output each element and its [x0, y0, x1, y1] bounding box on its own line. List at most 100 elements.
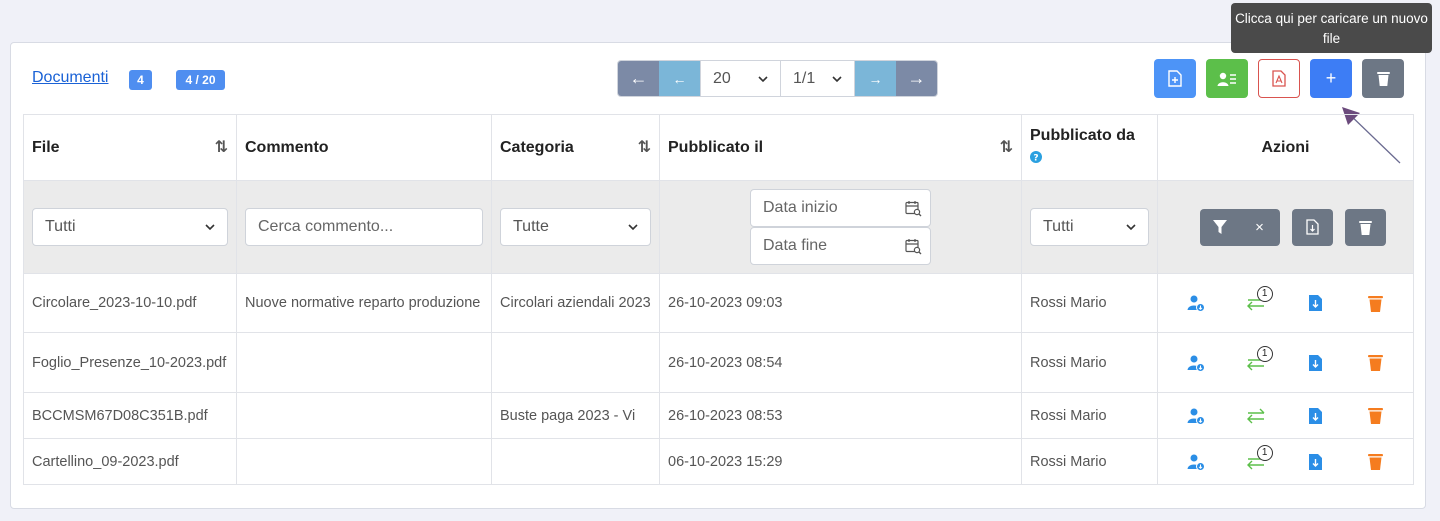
category-cell: Buste paga 2023 - Vi: [491, 392, 660, 439]
category-filter-value: Tutte: [513, 218, 549, 235]
column-categoria-label: Categoria: [500, 138, 574, 156]
trash-icon: [1367, 454, 1383, 470]
author-name: Rossi Mario: [1030, 295, 1107, 311]
comment-search-input[interactable]: Cerca commento...: [245, 208, 483, 246]
date-cell: 26-10-2023 08:54: [659, 332, 1022, 393]
download-button[interactable]: [1300, 453, 1330, 471]
page-size-select[interactable]: 20: [700, 61, 781, 96]
pdf-file-icon: [1272, 70, 1286, 87]
share-count-badge: 1: [1256, 286, 1273, 302]
user-download-button[interactable]: [1181, 354, 1211, 372]
user-download-button[interactable]: [1181, 294, 1211, 312]
share-arrows-icon: [1246, 408, 1265, 423]
next-page-button[interactable]: →: [855, 61, 896, 96]
filter-button-group: ×: [1199, 208, 1280, 246]
share-count-badge: 1: [1256, 444, 1273, 461]
share-button[interactable]: 1: [1241, 444, 1273, 470]
column-pubblicato-il[interactable]: Pubblicato il ⇅: [659, 114, 1022, 181]
column-file[interactable]: File ⇅: [23, 114, 237, 181]
apply-filter-button[interactable]: [1200, 220, 1240, 234]
date-start-input[interactable]: Data inizio: [750, 189, 931, 227]
publish-date: 26-10-2023 09:03: [668, 295, 783, 311]
publish-date: 26-10-2023 08:53: [668, 407, 783, 424]
page-value: 1/1: [793, 69, 816, 87]
user-download-button[interactable]: [1181, 407, 1211, 425]
delete-row-button[interactable]: [1360, 354, 1390, 371]
file-name-cell[interactable]: Circolare_2023-10-10.pdf: [23, 273, 237, 333]
table-row[interactable]: Foglio_Presenze_10-2023.pdf 26-10-2023 0…: [23, 332, 1414, 393]
chevron-down-icon: [758, 75, 768, 82]
comment-cell: [236, 392, 492, 439]
date-cell: 26-10-2023 08:53: [659, 392, 1022, 439]
column-file-label: File: [32, 138, 60, 156]
upload-file-button[interactable]: +: [1310, 59, 1352, 98]
download-button[interactable]: [1300, 407, 1330, 425]
pdf-button[interactable]: [1258, 59, 1300, 98]
share-button[interactable]: 1: [1241, 286, 1273, 311]
actions-cell: 1: [1157, 273, 1414, 333]
first-page-button[interactable]: ←: [618, 61, 659, 96]
share-button[interactable]: 1: [1241, 345, 1273, 371]
range-badge: 4 / 20: [176, 70, 225, 90]
download-button[interactable]: [1300, 354, 1330, 372]
filter-icon: [1212, 220, 1227, 234]
comment-cell: [236, 332, 492, 393]
sort-icon[interactable]: ⇅: [638, 137, 651, 157]
category-text: Circolari aziendali 2023: [500, 295, 651, 311]
clear-filter-button[interactable]: ×: [1240, 219, 1280, 236]
sort-icon[interactable]: ⇅: [215, 137, 228, 157]
sort-icon[interactable]: ⇅: [1000, 137, 1013, 157]
share-button[interactable]: [1241, 408, 1271, 424]
file-download-icon: [1308, 407, 1322, 424]
author-filter-value: Tutti: [1043, 218, 1074, 235]
author-name: Rossi Mario: [1030, 453, 1107, 470]
file-download-icon: [1308, 453, 1322, 470]
author-name: Rossi Mario: [1030, 407, 1107, 424]
user-download-button[interactable]: [1181, 453, 1211, 471]
file-name-cell[interactable]: Cartellino_09-2023.pdf: [23, 438, 237, 485]
table-row[interactable]: BCCMSM67D08C351B.pdf Buste paga 2023 - V…: [23, 392, 1414, 439]
publish-date: 06-10-2023 15:29: [668, 453, 783, 470]
filter-row: Tutti Cerca commento... Tutte Data inizi…: [23, 180, 1414, 274]
file-filter-value: Tutti: [45, 218, 76, 235]
author-filter-select[interactable]: Tutti: [1030, 208, 1149, 246]
file-name: Foglio_Presenze_10-2023.pdf: [32, 354, 227, 371]
date-end-input[interactable]: Data fine: [750, 227, 931, 265]
plus-icon: +: [1325, 68, 1337, 88]
last-page-button[interactable]: →: [896, 61, 937, 96]
count-badge: 4: [129, 70, 152, 90]
date-start-placeholder: Data inizio: [763, 199, 838, 216]
delete-row-button[interactable]: [1360, 407, 1390, 424]
calendar-search-icon: [905, 200, 922, 216]
help-icon[interactable]: ?: [1030, 151, 1042, 164]
documents-link[interactable]: Documenti: [32, 69, 108, 87]
user-download-icon: [1187, 355, 1205, 372]
delete-filtered-button[interactable]: [1344, 208, 1386, 246]
file-name-cell[interactable]: BCCMSM67D08C351B.pdf: [23, 392, 237, 439]
prev-page-button[interactable]: ←: [659, 61, 700, 96]
file-plus-icon: [1168, 70, 1182, 87]
download-button[interactable]: [1300, 294, 1330, 312]
table-row[interactable]: Cartellino_09-2023.pdf 06-10-2023 15:29 …: [23, 438, 1414, 485]
file-filter-select[interactable]: Tutti: [32, 208, 228, 246]
assign-users-button[interactable]: [1206, 59, 1248, 98]
export-filtered-button[interactable]: [1291, 208, 1333, 246]
new-document-button[interactable]: [1154, 59, 1196, 98]
delete-all-button[interactable]: [1362, 59, 1404, 98]
chevron-down-icon: [1126, 224, 1136, 231]
column-categoria[interactable]: Categoria ⇅: [491, 114, 660, 181]
column-pubblicato-da-label: Pubblicato da: [1030, 127, 1135, 144]
page-select[interactable]: 1/1: [781, 61, 855, 96]
file-name-cell[interactable]: Foglio_Presenze_10-2023.pdf: [23, 332, 237, 393]
delete-row-button[interactable]: [1360, 295, 1390, 312]
category-filter-select[interactable]: Tutte: [500, 208, 651, 246]
author-cell: Rossi Mario: [1021, 392, 1158, 439]
user-list-icon: [1217, 72, 1236, 86]
file-download-icon: [1308, 295, 1322, 311]
date-cell: 26-10-2023 09:03: [659, 273, 1022, 333]
table-row[interactable]: Circolare_2023-10-10.pdf Nuove normative…: [23, 273, 1414, 333]
file-name: BCCMSM67D08C351B.pdf: [32, 407, 208, 424]
chevron-down-icon: [205, 224, 215, 231]
delete-row-button[interactable]: [1360, 453, 1390, 470]
user-download-icon: [1187, 408, 1205, 425]
